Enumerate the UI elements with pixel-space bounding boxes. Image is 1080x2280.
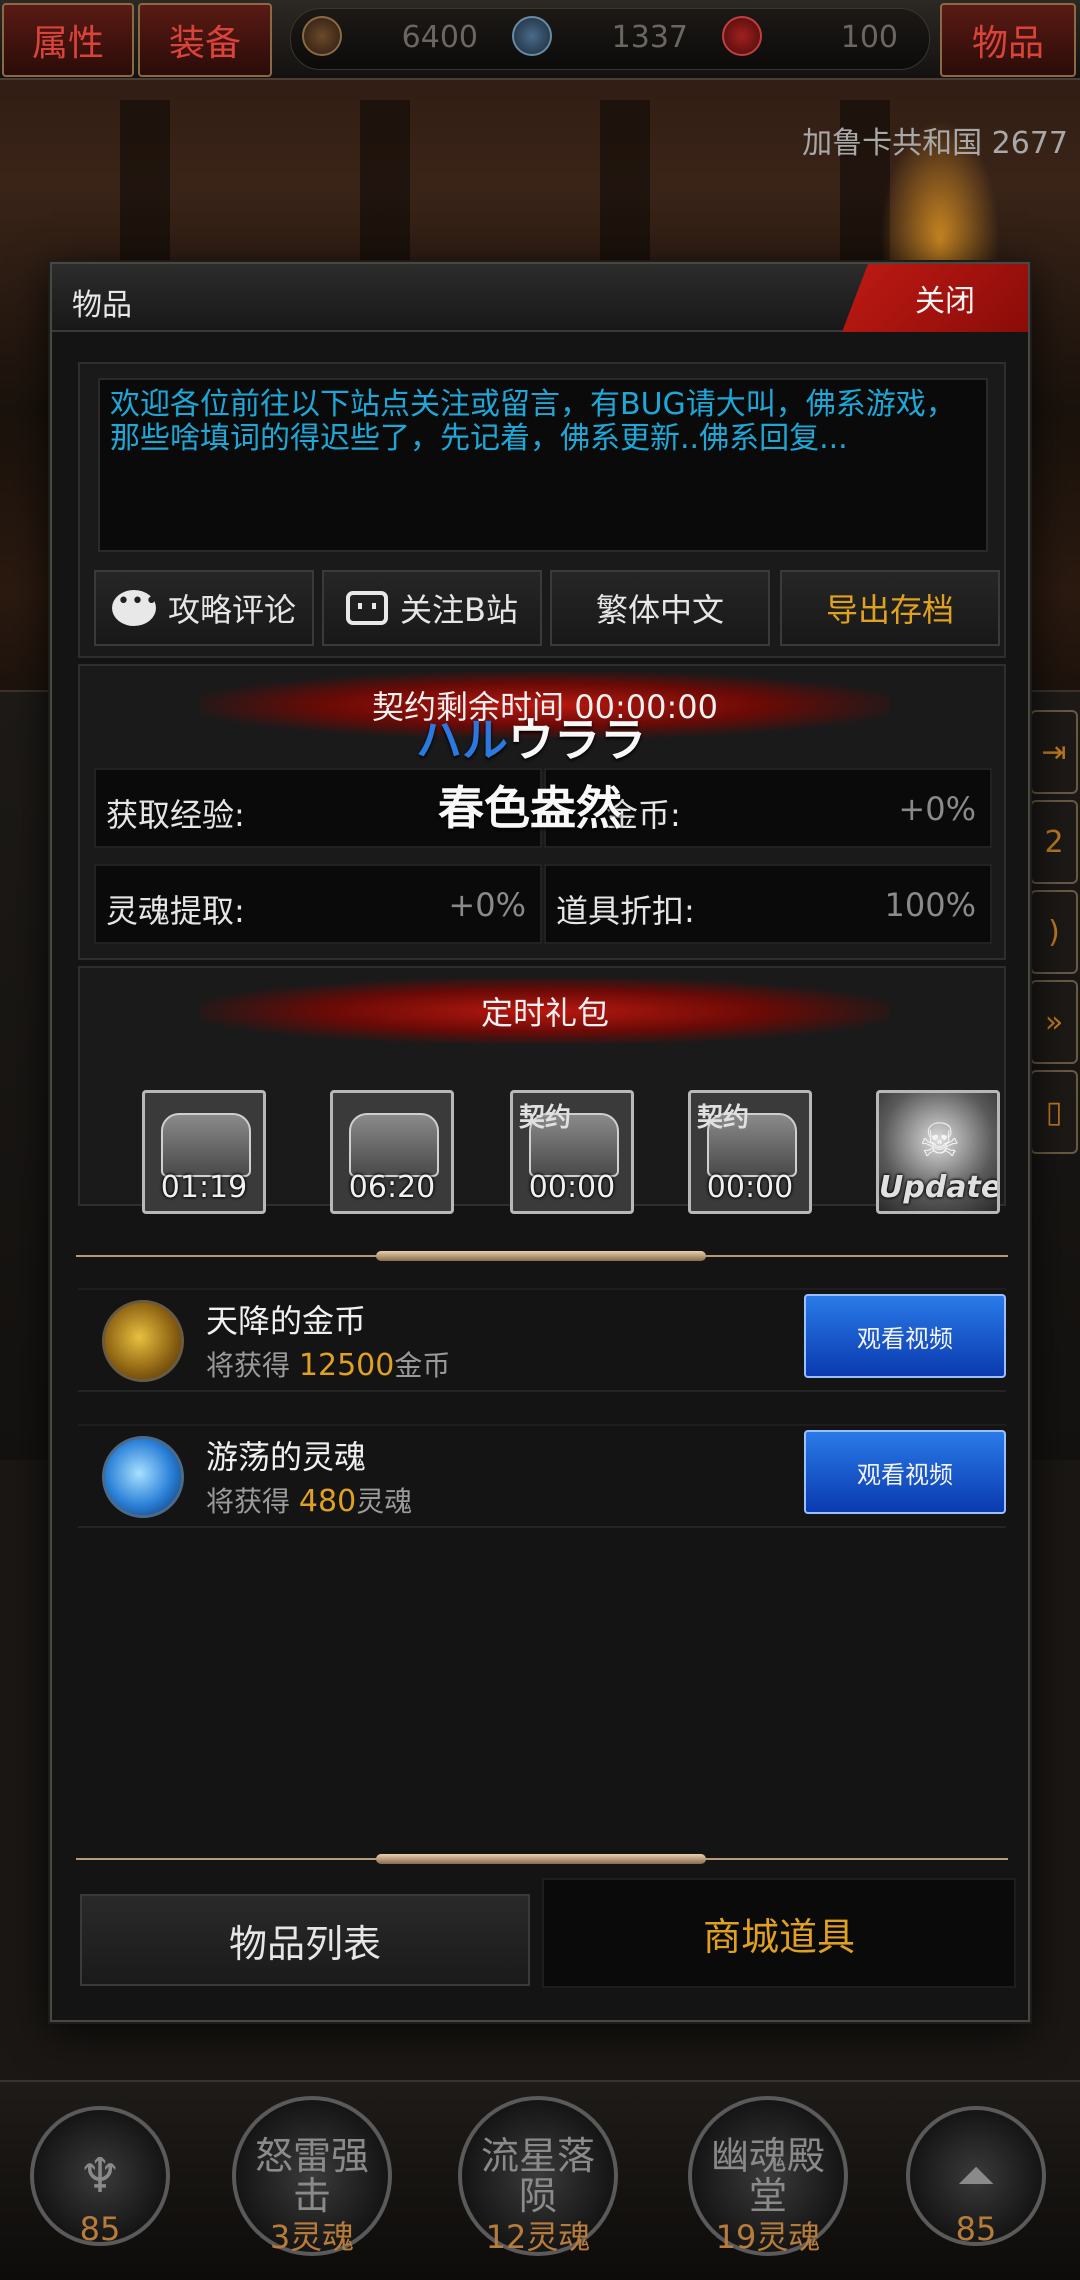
side-exit-icon[interactable]: ⇥ [1030, 710, 1078, 794]
tab-shop-items[interactable]: 商城道具 [542, 1878, 1016, 1988]
guide-comment-button[interactable]: 攻略评论 [94, 570, 314, 646]
grail-icon: ♆ [78, 2148, 122, 2204]
soul-icon [512, 16, 552, 56]
resource-soul: 1337 [502, 16, 702, 64]
gift-tag: 契约 [519, 1103, 572, 1133]
reward-amount: 480 [298, 1484, 357, 1519]
skill-name: 流星落陨 [480, 2134, 595, 2218]
skill-grail[interactable]: ♆ 85 [30, 2106, 170, 2248]
update-gift-box[interactable]: ☠ Update [876, 1090, 1000, 1214]
stat-discount-value: 100% [884, 886, 976, 924]
stat-exp-label: 获取经验: [106, 796, 245, 834]
blood-icon [722, 16, 762, 56]
update-label: Update [879, 1170, 1000, 1205]
notice-panel: 欢迎各位前往以下站点关注或留言，有BUG请大叫，佛系游戏，那些啥填词的得迟些了，… [78, 362, 1006, 658]
tab-item-list[interactable]: 物品列表 [80, 1894, 530, 1986]
items-modal: 物品 关闭 欢迎各位前往以下站点关注或留言，有BUG请大叫，佛系游戏，那些啥填词… [50, 262, 1030, 2022]
bell-icon: ⏶ [956, 2148, 996, 2204]
chat-icon [111, 589, 159, 626]
skull-icon: ☠ [919, 1113, 961, 1167]
side-speed-icon[interactable]: » [1030, 980, 1078, 1064]
skill-cost: 12灵魂 [485, 2218, 591, 2256]
close-button[interactable]: 关闭 [842, 264, 1028, 332]
resource-blood-value: 100 [840, 20, 898, 55]
stat-discount: 道具折扣: 100% [544, 864, 992, 944]
chest-icon [161, 1113, 251, 1177]
modal-title: 物品 [72, 288, 132, 323]
gift-timer: 00:00 [706, 1170, 794, 1205]
gift-timer: 01:19 [160, 1170, 248, 1205]
side-count-icon[interactable]: 2 [1030, 800, 1078, 884]
resource-gold: 6400 [292, 16, 492, 64]
bilibili-icon [346, 591, 389, 625]
skill-cost: 85 [79, 2210, 121, 2248]
skill-cost: 19灵魂 [715, 2218, 821, 2256]
reward-name: 天降的金币 [206, 1302, 367, 1340]
watch-video-button[interactable]: 观看视频 [804, 1294, 1006, 1378]
chest-icon [349, 1113, 439, 1177]
export-save-button[interactable]: 导出存档 [780, 570, 1000, 646]
ornament-divider [76, 1852, 1008, 1866]
guide-comment-label: 攻略评论 [167, 591, 296, 629]
skill-cost: 85 [955, 2210, 997, 2248]
gift-box[interactable]: 契约 00:00 [688, 1090, 812, 1214]
resource-gold-value: 6400 [401, 20, 478, 55]
watch-video-button[interactable]: 观看视频 [804, 1430, 1006, 1514]
notice-text: 欢迎各位前往以下站点关注或留言，有BUG请大叫，佛系游戏，那些啥填词的得迟些了，… [98, 378, 988, 552]
ornament-divider [76, 1249, 1008, 1263]
skill-cost: 3灵魂 [269, 2218, 355, 2256]
skill-ghost-hall[interactable]: 幽魂殿堂 19灵魂 [688, 2096, 848, 2256]
skill-thunder-strike[interactable]: 怒雷强击 3灵魂 [232, 2096, 392, 2256]
gift-panel: 定时礼包 01:19 06:20 契约 00:00 契约 00:00 ☠ Upd… [78, 966, 1006, 1214]
resource-soul-value: 1337 [611, 20, 688, 55]
attributes-button[interactable]: 属性 [2, 3, 134, 77]
stat-soul-value: +0% [448, 886, 526, 924]
gold-icon [302, 16, 342, 56]
reward-name: 游荡的灵魂 [206, 1438, 367, 1476]
reward-desc: 将获得 480灵魂 [206, 1484, 413, 1519]
skill-meteor-fall[interactable]: 流星落陨 12灵魂 [458, 2096, 618, 2256]
song-overlay-white: ウララ [508, 713, 646, 767]
stat-soul-label: 灵魂提取: [106, 892, 245, 930]
skill-bell[interactable]: ⏶ 85 [906, 2106, 1046, 2248]
country-label: 加鲁卡共和国 2677 [802, 126, 1068, 161]
skill-name: 怒雷强击 [254, 2134, 369, 2218]
follow-bilibili-label: 关注B站 [400, 591, 518, 629]
items-button[interactable]: 物品 [940, 3, 1076, 77]
gift-box[interactable]: 06:20 [330, 1090, 454, 1214]
top-bar: 属性 装备 6400 1337 100 物品 [0, 0, 1080, 80]
modal-header: 物品 关闭 [52, 264, 1028, 332]
gift-box[interactable]: 01:19 [142, 1090, 266, 1214]
traditional-chinese-button[interactable]: 繁体中文 [550, 570, 770, 646]
song-overlay-blue: ハル [416, 713, 508, 767]
side-signal-icon[interactable]: ) [1030, 890, 1078, 974]
side-book-icon[interactable]: ▯ [1030, 1070, 1078, 1154]
gift-timer: 00:00 [528, 1170, 616, 1205]
reward-row-soul: 游荡的灵魂 将获得 480灵魂 观看视频 [78, 1424, 1006, 1528]
gift-box[interactable]: 契约 00:00 [510, 1090, 634, 1214]
follow-bilibili-button[interactable]: 关注B站 [322, 570, 542, 646]
skill-name: 幽魂殿堂 [710, 2134, 825, 2218]
gift-timer: 06:20 [348, 1170, 436, 1205]
song-overlay-line2: 春色盎然 [438, 781, 622, 835]
soul-orb-icon [102, 1436, 184, 1518]
stat-discount-label: 道具折扣: [556, 892, 695, 930]
resource-blood: 100 [712, 16, 912, 64]
reward-desc: 将获得 12500金币 [206, 1348, 451, 1383]
stat-gold-value: +0% [898, 790, 976, 828]
gift-tag: 契约 [697, 1103, 750, 1133]
equipment-button[interactable]: 装备 [138, 3, 272, 77]
reward-amount: 12500 [298, 1348, 395, 1383]
stat-soul: 灵魂提取: +0% [94, 864, 542, 944]
gift-title: 定时礼包 [200, 978, 890, 1044]
song-overlay-line1: ハルウララ [416, 704, 646, 770]
reward-row-gold: 天降的金币 将获得 12500金币 观看视频 [78, 1288, 1006, 1392]
gold-coins-icon [102, 1300, 184, 1382]
